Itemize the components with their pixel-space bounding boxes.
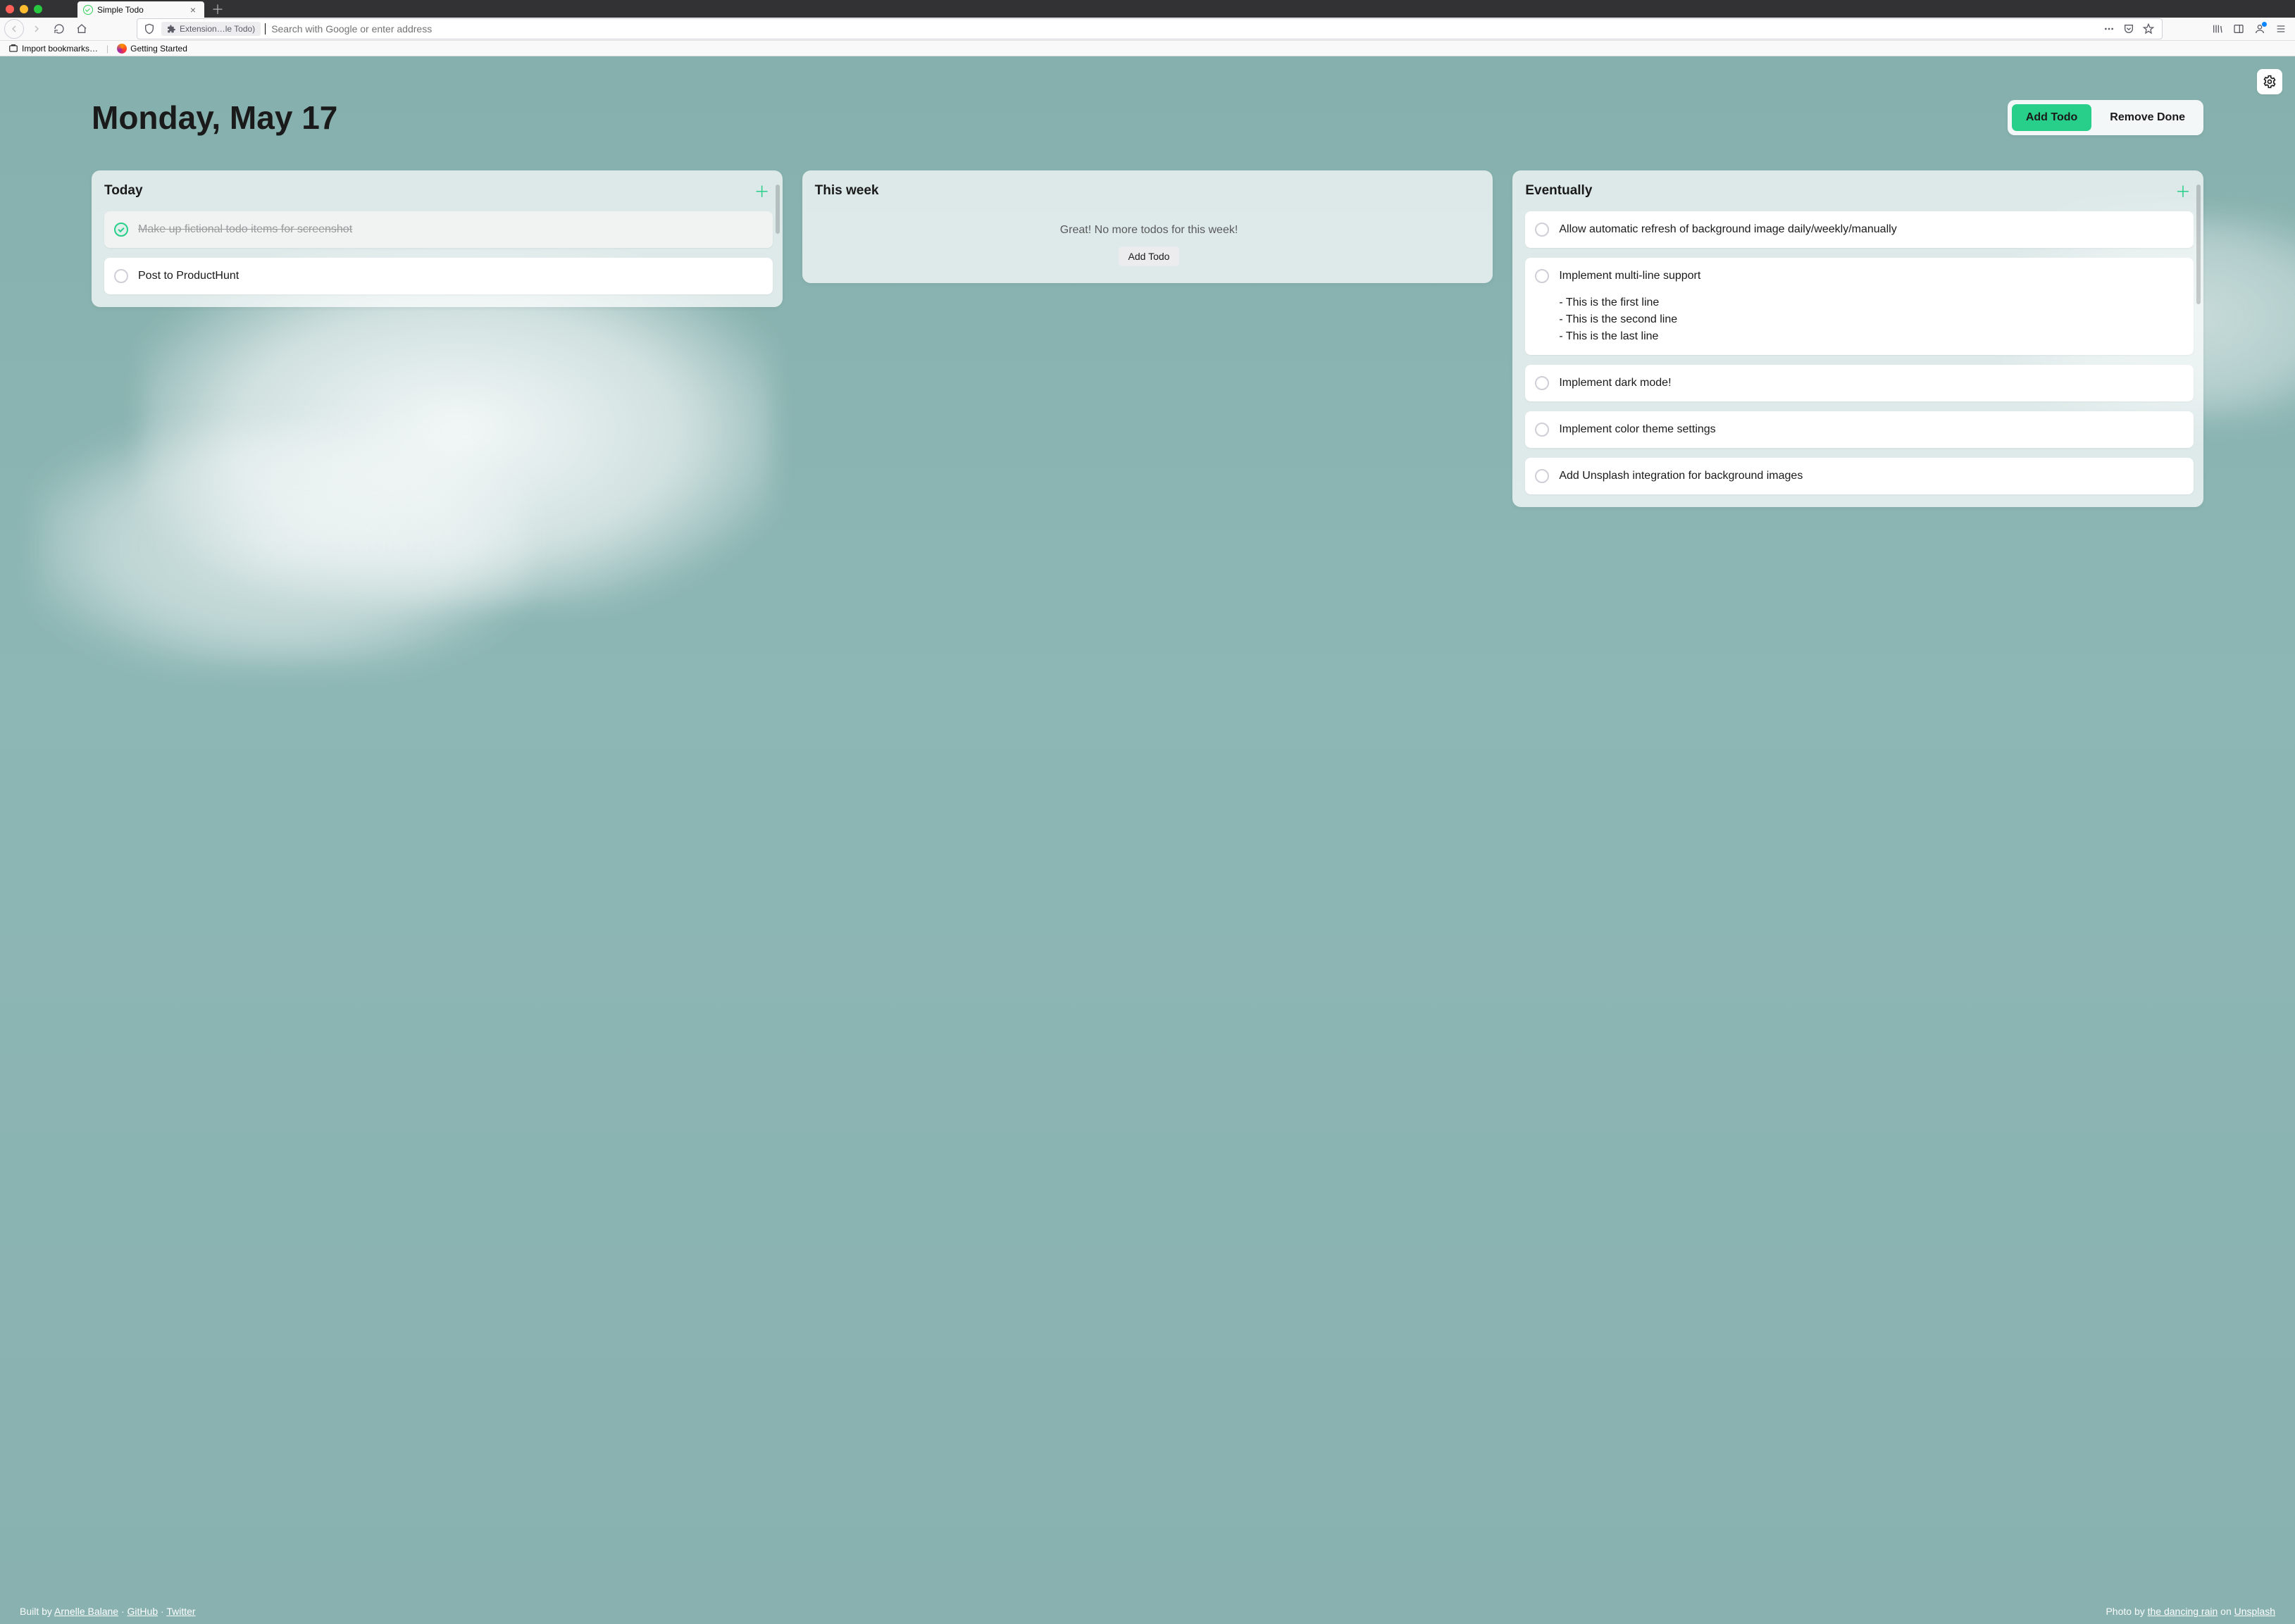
photo-by-label: Photo by — [2106, 1606, 2147, 1617]
built-by-label: Built by — [20, 1606, 54, 1617]
header-button-group: Add Todo Remove Done — [2008, 100, 2203, 135]
todo-item[interactable]: Add Unsplash integration for background … — [1525, 458, 2194, 494]
todo-text: Make up fictional todo items for screens… — [138, 221, 763, 238]
footer: Built by Arnelle Balane · GitHub · Twitt… — [0, 1606, 2295, 1617]
todo-text: Implement dark mode! — [1559, 375, 2184, 392]
on-label: on — [2220, 1606, 2234, 1617]
todo-item[interactable]: Implement dark mode! — [1525, 365, 2194, 401]
columns: Today ＋ Make up fictional todo items for… — [92, 170, 2203, 507]
scrollbar-handle[interactable] — [776, 185, 780, 234]
window-close[interactable] — [6, 5, 14, 13]
back-button[interactable] — [4, 19, 24, 39]
shield-icon[interactable] — [142, 19, 157, 39]
browser-toolbar: Extension…le Todo) — [0, 18, 2295, 41]
extension-chip[interactable]: Extension…le Todo) — [161, 22, 261, 36]
empty-state: Great! No more todos for this week! Add … — [815, 211, 1484, 270]
footer-unsplash-link[interactable]: Unsplash — [2234, 1606, 2275, 1617]
browser-tab[interactable]: Simple Todo × — [77, 1, 204, 18]
tab-strip: Simple Todo × ＋ — [77, 0, 231, 18]
new-tab-button[interactable]: ＋ — [204, 0, 231, 18]
footer-twitter-link[interactable]: Twitter — [166, 1606, 195, 1617]
browser-title-bar: Simple Todo × ＋ — [0, 0, 2295, 18]
scrollbar-handle[interactable] — [2196, 185, 2201, 304]
account-icon[interactable] — [2250, 19, 2270, 39]
reload-button[interactable] — [49, 19, 69, 39]
bookmark-import[interactable]: Import bookmarks… — [6, 42, 101, 55]
column-add-icon[interactable]: ＋ — [754, 183, 770, 199]
page-actions-icon[interactable] — [2100, 20, 2118, 38]
url-caret — [265, 23, 266, 35]
bookmark-getting-started-label: Getting Started — [130, 44, 187, 54]
add-todo-button[interactable]: Add Todo — [2012, 104, 2091, 131]
todo-text-sub: - This is the first line - This is the s… — [1559, 294, 2184, 345]
column-title: Today — [104, 183, 143, 199]
column-add-icon[interactable]: ＋ — [2175, 183, 2191, 199]
todo-item[interactable]: Implement multi-line support - This is t… — [1525, 258, 2194, 355]
todo-checkbox[interactable] — [1535, 223, 1549, 237]
window-minimize[interactable] — [20, 5, 28, 13]
gear-icon — [2263, 75, 2277, 89]
todo-checkbox[interactable] — [1535, 469, 1549, 483]
footer-left: Built by Arnelle Balane · GitHub · Twitt… — [20, 1606, 196, 1617]
extension-chip-label: Extension…le Todo) — [180, 24, 255, 34]
column-eventually: Eventually ＋ Allow automatic refresh of … — [1512, 170, 2203, 507]
forward-button[interactable] — [27, 19, 46, 39]
footer-photographer-link[interactable]: the dancing rain — [2148, 1606, 2218, 1617]
todo-text: Post to ProductHunt — [138, 268, 763, 285]
todo-item[interactable]: Implement color theme settings — [1525, 411, 2194, 448]
firefox-icon — [117, 44, 127, 54]
todo-checkbox[interactable] — [1535, 376, 1549, 390]
url-bar[interactable]: Extension…le Todo) — [137, 18, 2163, 39]
todo-text-main: Implement multi-line support — [1559, 268, 2184, 285]
todo-checkbox[interactable] — [1535, 423, 1549, 437]
empty-add-todo-button[interactable]: Add Todo — [1119, 246, 1180, 266]
todo-text: Implement color theme settings — [1559, 421, 2184, 438]
settings-button[interactable] — [2257, 69, 2282, 94]
todo-item[interactable]: Post to ProductHunt — [104, 258, 773, 294]
favicon-icon — [83, 5, 93, 15]
header-row: Monday, May 17 Add Todo Remove Done — [92, 99, 2203, 137]
bookmark-star-icon[interactable] — [2139, 20, 2158, 38]
page-title: Monday, May 17 — [92, 99, 337, 137]
tab-title: Simple Todo — [97, 5, 183, 15]
column-title: Eventually — [1525, 183, 1592, 199]
column-title: This week — [815, 183, 879, 199]
footer-author-link[interactable]: Arnelle Balane — [54, 1606, 118, 1617]
hamburger-menu-icon[interactable] — [2271, 19, 2291, 39]
library-icon[interactable] — [2208, 19, 2227, 39]
bookmarks-bar: Import bookmarks… | Getting Started — [0, 41, 2295, 56]
footer-right: Photo by the dancing rain on Unsplash — [2106, 1606, 2275, 1617]
todo-text: Implement multi-line support - This is t… — [1559, 268, 2184, 345]
empty-state-text: Great! No more todos for this week! — [1060, 224, 1238, 237]
bookmark-import-label: Import bookmarks… — [22, 44, 98, 54]
remove-done-button[interactable]: Remove Done — [2096, 104, 2199, 131]
footer-github-link[interactable]: GitHub — [128, 1606, 158, 1617]
todo-checkbox[interactable] — [114, 269, 128, 283]
todo-text: Add Unsplash integration for background … — [1559, 468, 2184, 485]
sidebar-icon[interactable] — [2229, 19, 2249, 39]
todo-checkbox[interactable] — [114, 223, 128, 237]
url-input[interactable] — [271, 19, 2096, 39]
pocket-icon[interactable] — [2120, 20, 2138, 38]
todo-text: Allow automatic refresh of background im… — [1559, 221, 2184, 238]
todo-item[interactable]: Make up fictional todo items for screens… — [104, 211, 773, 248]
close-tab-icon[interactable]: × — [187, 4, 199, 15]
app-viewport: Monday, May 17 Add Todo Remove Done Toda… — [0, 56, 2295, 1624]
bookmark-divider: | — [106, 44, 108, 54]
todo-checkbox[interactable] — [1535, 269, 1549, 283]
footer-sep: · — [121, 1606, 128, 1617]
window-maximize[interactable] — [34, 5, 42, 13]
window-controls — [6, 5, 42, 13]
column-today: Today ＋ Make up fictional todo items for… — [92, 170, 783, 307]
column-this-week: This week Great! No more todos for this … — [802, 170, 1493, 283]
home-button[interactable] — [72, 19, 92, 39]
todo-item[interactable]: Allow automatic refresh of background im… — [1525, 211, 2194, 248]
bookmark-getting-started[interactable]: Getting Started — [114, 42, 190, 55]
